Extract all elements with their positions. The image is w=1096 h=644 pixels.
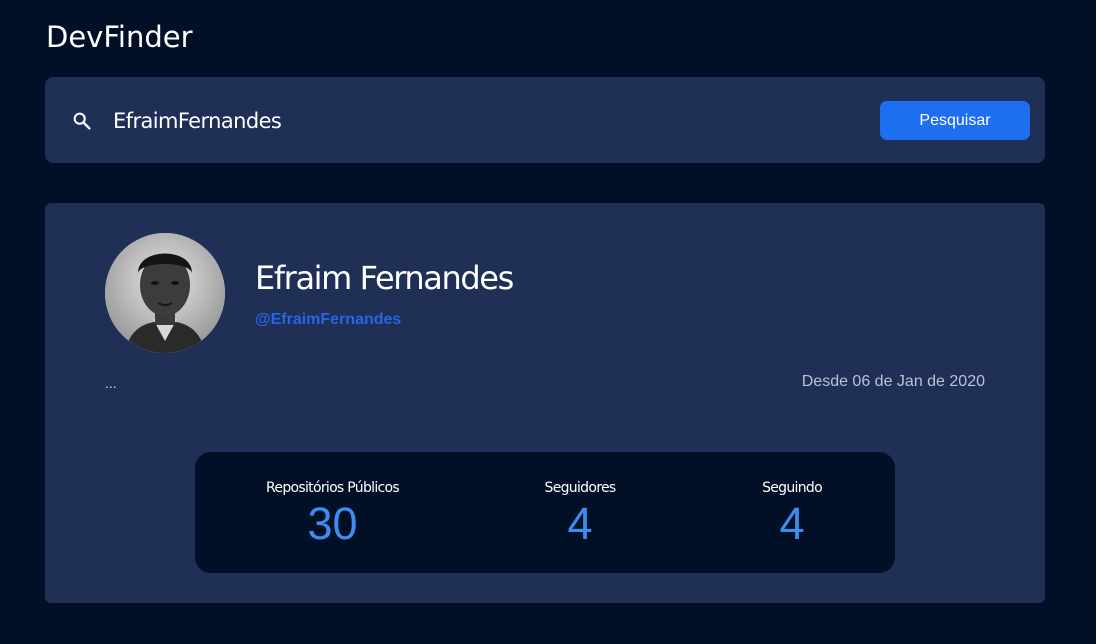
search-bar: Pesquisar bbox=[45, 77, 1045, 163]
user-bio: ... bbox=[105, 375, 117, 391]
avatar bbox=[105, 233, 225, 353]
user-name: Efraim Fernandes bbox=[255, 259, 514, 297]
search-icon bbox=[71, 110, 93, 132]
stat-label: Repositórios Públicos bbox=[266, 480, 400, 496]
stat-value: 4 bbox=[779, 498, 805, 549]
user-login-link[interactable]: @EfraimFernandes bbox=[255, 311, 401, 329]
stat-followers: Seguidores 4 bbox=[530, 480, 630, 548]
search-input[interactable] bbox=[113, 103, 873, 139]
stat-value: 30 bbox=[307, 498, 358, 549]
stat-repos: Repositórios Públicos 30 bbox=[255, 480, 410, 548]
stat-label: Seguindo bbox=[762, 480, 823, 496]
stat-label: Seguidores bbox=[544, 480, 617, 496]
stats-panel: Repositórios Públicos 30 Seguidores 4 Se… bbox=[195, 452, 895, 573]
stat-following: Seguindo 4 bbox=[742, 480, 842, 548]
stat-value: 4 bbox=[567, 498, 593, 549]
search-button[interactable]: Pesquisar bbox=[880, 101, 1030, 140]
app-title: DevFinder bbox=[46, 20, 193, 54]
profile-card: Efraim Fernandes @EfraimFernandes ... De… bbox=[45, 203, 1045, 603]
join-date: Desde 06 de Jan de 2020 bbox=[801, 373, 985, 390]
